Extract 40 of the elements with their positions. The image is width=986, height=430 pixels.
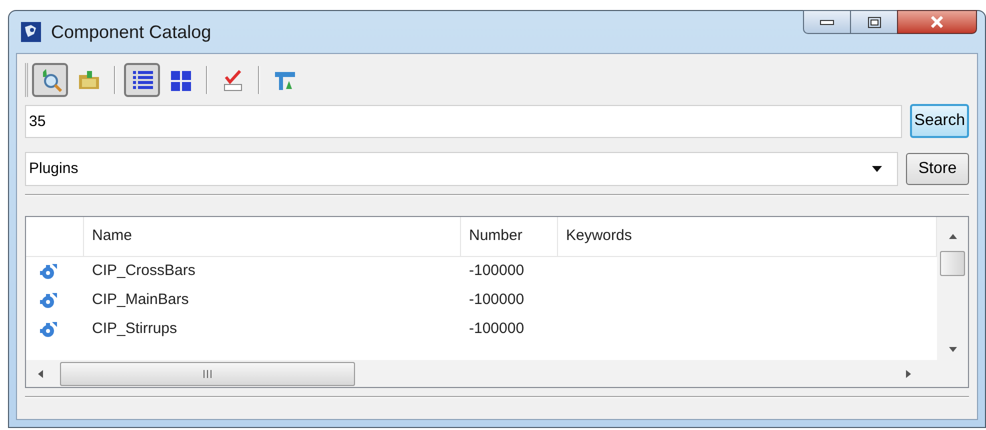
toolbar-button[interactable] — [124, 63, 160, 97]
window-title: Component Catalog — [51, 20, 212, 44]
list-icon — [130, 68, 154, 92]
horizontal-scrollbar[interactable] — [26, 360, 937, 387]
search-field[interactable]: 35 — [25, 104, 902, 138]
column-header[interactable]: Number — [461, 217, 558, 256]
gear-icon — [40, 320, 58, 338]
close-button[interactable] — [897, 10, 977, 34]
minimize-icon — [820, 20, 834, 24]
scroll-thumb[interactable] — [940, 251, 965, 276]
scroll-down-icon — [948, 347, 956, 352]
store-button[interactable]: Store — [906, 153, 969, 185]
table-cell-text: CIP_CrossBars — [91, 261, 196, 282]
toolbar-button[interactable] — [32, 63, 68, 97]
app-icon — [21, 22, 41, 42]
search-button[interactable]: Search — [910, 104, 969, 138]
folder-icon — [78, 68, 100, 92]
tiles-icon — [170, 68, 192, 92]
table-cell-text: -100000 — [468, 261, 526, 282]
scroll-right-icon — [906, 370, 911, 378]
gear-icon — [40, 262, 58, 280]
table-cell-text: CIP_MainBars — [91, 290, 190, 310]
source-dropdown[interactable]: Plugins — [25, 152, 898, 186]
dropdown-value: Plugins — [29, 158, 80, 179]
scroll-up-icon — [948, 234, 956, 239]
scroll-thumb[interactable] — [60, 362, 355, 386]
gear-icon — [40, 292, 58, 310]
table-cell-text: -100000 — [468, 290, 526, 310]
grip-icon — [203, 370, 212, 378]
maximize-icon — [868, 16, 880, 28]
dropdown-arrow-icon — [872, 166, 882, 172]
minimize-button[interactable] — [803, 10, 851, 34]
vertical-scrollbar[interactable] — [937, 217, 968, 360]
table-cell-text: -100000 — [468, 319, 526, 340]
close-icon — [930, 16, 944, 28]
table-cell-text: CIP_Stirrups — [91, 319, 178, 340]
checkmark-icon — [222, 68, 244, 92]
scroll-left-icon — [38, 370, 43, 378]
maximize-button[interactable] — [851, 10, 897, 34]
column-header[interactable]: Name — [84, 217, 461, 256]
